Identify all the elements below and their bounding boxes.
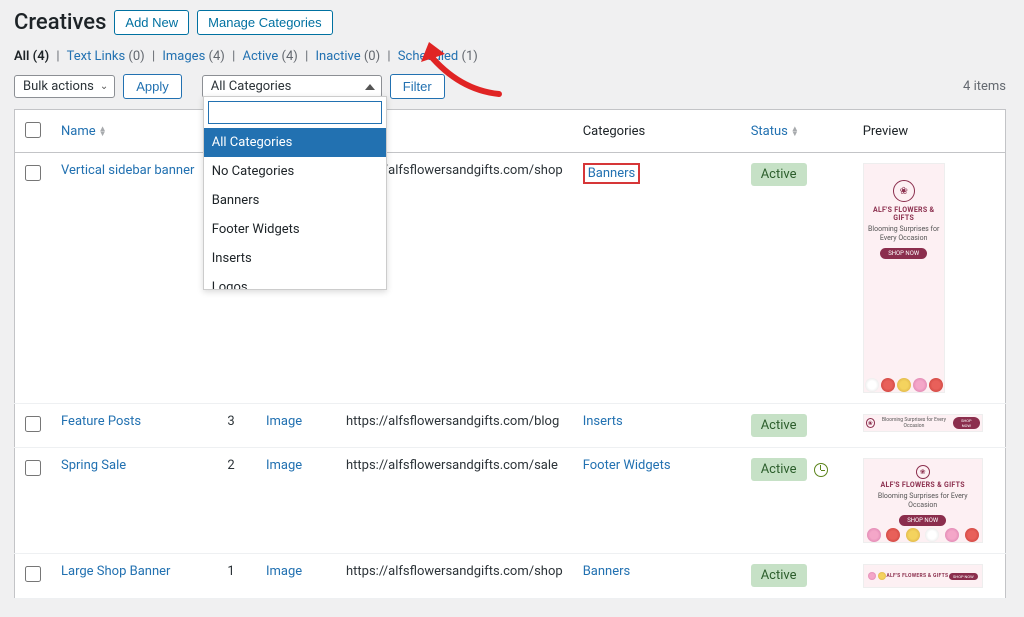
categories-dropdown: All Categories No Categories Banners Foo…: [203, 96, 387, 290]
dropdown-option[interactable]: Footer Widgets: [204, 215, 386, 244]
filter-all[interactable]: All (4): [14, 49, 49, 64]
url-cell: https://alfsflowersandgifts.com/sale: [336, 448, 573, 554]
id-cell: 2: [206, 448, 256, 554]
category-link[interactable]: Footer Widgets: [583, 458, 671, 473]
type-link[interactable]: Image: [266, 414, 302, 429]
clock-icon: [814, 463, 828, 477]
table-row: Spring Sale 2 Image https://alfsflowersa…: [15, 448, 1006, 554]
filter-scheduled[interactable]: Scheduled: [398, 49, 458, 64]
filter-button[interactable]: Filter: [390, 74, 445, 99]
column-status[interactable]: Status: [751, 124, 788, 139]
table-row: Vertical sidebar banner https://alfsflow…: [15, 153, 1006, 404]
categories-select[interactable]: All Categories All Categories No Categor…: [202, 75, 382, 98]
filter-inactive[interactable]: Inactive: [315, 49, 360, 64]
view-filters: All (4) | Text Links (0) | Images (4) | …: [14, 49, 1006, 64]
preview-thumbnail: ALF'S FLOWERS & GIFTS SHOP NOW: [863, 564, 983, 588]
bulk-actions-select[interactable]: Bulk actions⌄: [14, 75, 115, 98]
logo-icon: ❀: [893, 180, 915, 202]
row-checkbox[interactable]: [25, 566, 41, 582]
creative-name-link[interactable]: Vertical sidebar banner: [61, 163, 194, 178]
sort-icon: ▲▼: [791, 126, 799, 136]
creative-name-link[interactable]: Large Shop Banner: [61, 564, 170, 579]
filter-text-links[interactable]: Text Links: [67, 49, 126, 64]
column-preview: Preview: [853, 110, 1006, 153]
status-badge: Active: [751, 414, 807, 437]
annotation-highlight: Banners: [583, 163, 641, 184]
status-badge: Active: [751, 163, 807, 186]
status-badge: Active: [751, 458, 807, 481]
id-cell: 1: [206, 554, 256, 599]
dropdown-option[interactable]: Logos: [204, 273, 386, 289]
items-count: 4 items: [963, 79, 1006, 94]
type-link[interactable]: Image: [266, 458, 302, 473]
preview-thumbnail: ❀ ALF'S FLOWERS & GIFTS Blooming Surpris…: [863, 163, 945, 393]
apply-button[interactable]: Apply: [123, 74, 182, 99]
add-new-button[interactable]: Add New: [114, 10, 189, 35]
logo-icon: ❀: [916, 465, 930, 479]
creative-name-link[interactable]: Feature Posts: [61, 414, 141, 429]
filter-active[interactable]: Active: [242, 49, 278, 64]
select-all-checkbox[interactable]: [25, 122, 41, 138]
dropdown-option[interactable]: Inserts: [204, 244, 386, 273]
url-cell: https://alfsflowersandgifts.com/blog: [336, 404, 573, 448]
dropdown-option[interactable]: All Categories: [204, 128, 386, 157]
category-link[interactable]: Banners: [588, 166, 636, 181]
chevron-down-icon: ⌄: [100, 81, 108, 92]
column-name[interactable]: Name: [61, 124, 96, 139]
page-title: Creatives: [14, 10, 106, 35]
column-categories: Categories: [573, 110, 741, 153]
dropdown-option[interactable]: Banners: [204, 186, 386, 215]
row-checkbox[interactable]: [25, 416, 41, 432]
id-cell: 3: [206, 404, 256, 448]
dropdown-option[interactable]: No Categories: [204, 157, 386, 186]
category-link[interactable]: Banners: [583, 564, 631, 579]
table-row: Large Shop Banner 1 Image https://alfsfl…: [15, 554, 1006, 599]
preview-thumbnail: ❀ Blooming Surprises for Every Occasion …: [863, 414, 983, 432]
category-link[interactable]: Inserts: [583, 414, 623, 429]
manage-categories-button[interactable]: Manage Categories: [197, 10, 332, 35]
row-checkbox[interactable]: [25, 460, 41, 476]
sort-icon: ▲▼: [99, 126, 107, 136]
preview-thumbnail: ❀ ALF'S FLOWERS & GIFTS Blooming Surpris…: [863, 458, 983, 543]
row-checkbox[interactable]: [25, 165, 41, 181]
triangle-up-icon: [365, 84, 375, 90]
type-link[interactable]: Image: [266, 564, 302, 579]
categories-search-input[interactable]: [208, 101, 382, 124]
status-badge: Active: [751, 564, 807, 587]
table-row: Feature Posts 3 Image https://alfsflower…: [15, 404, 1006, 448]
url-cell: https://alfsflowersandgifts.com/shop: [336, 554, 573, 599]
filter-images[interactable]: Images: [162, 49, 205, 64]
creative-name-link[interactable]: Spring Sale: [61, 458, 126, 473]
